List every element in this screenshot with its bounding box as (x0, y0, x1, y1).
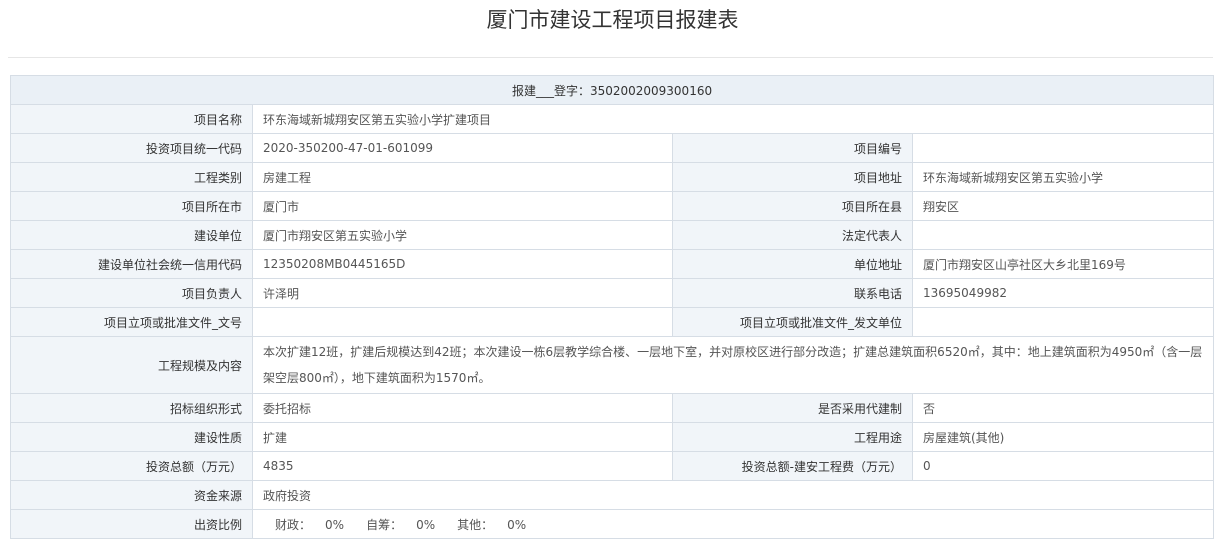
page-title: 厦门市建设工程项目报建表 (486, 8, 739, 32)
phone-label: 联系电话 (672, 278, 913, 308)
table-row: 建设性质 扩建 工程用途 房屋建筑(其他) (10, 422, 1215, 452)
bidding-value: 委托招标 (252, 393, 673, 423)
agent-system-value: 否 (911, 393, 1215, 423)
table-row: 建设单位社会统一信用代码 12350208MB0445165D 单位地址 厦门市… (10, 249, 1215, 279)
table-row: 招标组织形式 委托招标 是否采用代建制 否 (10, 393, 1215, 423)
scale-value: 本次扩建12班，扩建后规模达到42班；本次建设一栋6层教学综合楼、一层地下室，并… (251, 336, 1215, 394)
agent-system-label: 是否采用代建制 (672, 393, 913, 423)
unit-address-label: 单位地址 (672, 249, 913, 279)
scale-label: 工程规模及内容 (10, 336, 253, 394)
bidding-label: 招标组织形式 (10, 393, 253, 423)
credit-code-label: 建设单位社会统一信用代码 (10, 249, 253, 279)
other-value: 0% (507, 517, 527, 532)
project-name-value: 环东海域新城翔安区第五实验小学扩建项目 (251, 104, 1215, 134)
nature-value: 扩建 (252, 422, 673, 452)
project-no-label: 项目编号 (672, 133, 913, 163)
county-label: 项目所在县 (672, 191, 913, 221)
eng-type-value: 房建工程 (252, 162, 673, 192)
table-row: 项目所在市 厦门市 项目所在县 翔安区 (10, 191, 1215, 221)
credit-code-value: 12350208MB0445165D (252, 249, 673, 279)
registration-row: 报建___登字：3502002009300160 (9, 75, 1215, 105)
project-registration-table: 报建___登字：3502002009300160 项目名称 环东海域新城翔安区第… (9, 75, 1215, 539)
project-address-label: 项目地址 (672, 162, 913, 192)
unit-address-value: 厦门市翔安区山亭社区大乡北里169号 (911, 249, 1215, 279)
table-row: 建设单位 厦门市翔安区第五实验小学 法定代表人 (10, 220, 1215, 250)
manager-value: 许泽明 (252, 278, 673, 308)
approval-no-value (252, 307, 673, 337)
builder-label: 建设单位 (10, 220, 253, 250)
project-name-label: 项目名称 (10, 104, 253, 134)
total-invest-value: 4835 (252, 451, 673, 481)
county-value: 翔安区 (911, 191, 1215, 221)
self-raised-label: 自筹： (366, 517, 403, 532)
usage-label: 工程用途 (672, 422, 913, 452)
city-label: 项目所在市 (10, 191, 253, 221)
fund-source-value: 政府投资 (251, 480, 1215, 510)
ratio-label: 出资比例 (10, 509, 253, 539)
registration-number: 报建___登字：3502002009300160 (9, 75, 1215, 105)
other-label: 其他： (457, 517, 494, 532)
invest-code-value: 2020-350200-47-01-601099 (252, 133, 673, 163)
fiscal-label: 财政： (275, 517, 312, 532)
table-row: 投资项目统一代码 2020-350200-47-01-601099 项目编号 (10, 133, 1215, 163)
invest-code-label: 投资项目统一代码 (10, 133, 253, 163)
legal-rep-label: 法定代表人 (672, 220, 913, 250)
eng-type-label: 工程类别 (10, 162, 253, 192)
nature-label: 建设性质 (10, 422, 253, 452)
total-invest-label: 投资总额（万元） (10, 451, 253, 481)
project-address-value: 环东海域新城翔安区第五实验小学 (911, 162, 1215, 192)
table-row: 投资总额（万元） 4835 投资总额-建安工程费（万元） 0 (10, 451, 1215, 481)
project-no-value (911, 133, 1215, 163)
table-row: 项目名称 环东海域新城翔安区第五实验小学扩建项目 (10, 104, 1215, 134)
install-cost-value: 0 (911, 451, 1215, 481)
self-raised-value: 0% (416, 517, 436, 532)
phone-value: 13695049982 (911, 278, 1215, 308)
city-value: 厦门市 (252, 191, 673, 221)
usage-value: 房屋建筑(其他) (911, 422, 1215, 452)
title-divider (8, 57, 1213, 58)
approval-unit-value (911, 307, 1215, 337)
ratio-value: 财政： 0% 自筹： 0% 其他： 0% (251, 509, 1215, 539)
approval-unit-label: 项目立项或批准文件_发文单位 (672, 307, 913, 337)
table-row: 工程规模及内容 本次扩建12班，扩建后规模达到42班；本次建设一栋6层教学综合楼… (10, 336, 1215, 394)
table-row: 出资比例 财政： 0% 自筹： 0% 其他： 0% (10, 509, 1215, 539)
fund-source-label: 资金来源 (10, 480, 253, 510)
install-cost-label: 投资总额-建安工程费（万元） (672, 451, 913, 481)
table-row: 资金来源 政府投资 (10, 480, 1215, 510)
table-row: 项目立项或批准文件_文号 项目立项或批准文件_发文单位 (10, 307, 1215, 337)
table-row: 工程类别 房建工程 项目地址 环东海域新城翔安区第五实验小学 (10, 162, 1215, 192)
table-row: 项目负责人 许泽明 联系电话 13695049982 (10, 278, 1215, 308)
legal-rep-value (911, 220, 1215, 250)
fiscal-value: 0% (325, 517, 345, 532)
manager-label: 项目负责人 (10, 278, 253, 308)
approval-no-label: 项目立项或批准文件_文号 (10, 307, 253, 337)
builder-value: 厦门市翔安区第五实验小学 (252, 220, 673, 250)
